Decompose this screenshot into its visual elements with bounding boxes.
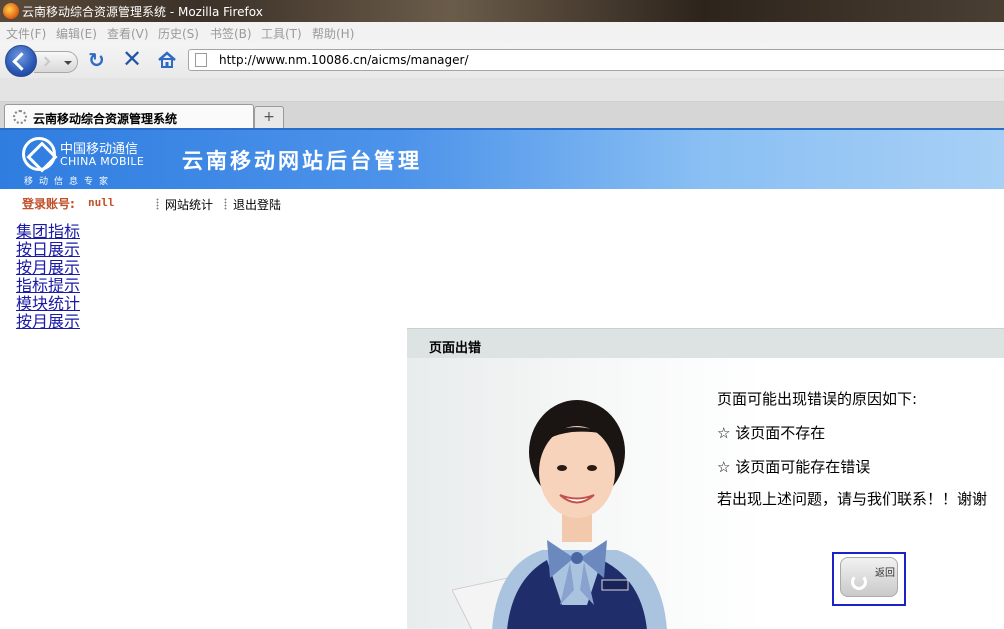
menu-edit[interactable]: 编辑(E) bbox=[56, 25, 97, 42]
menubar: 文件(F) 编辑(E) 查看(V) 历史(S) 书签(B) 工具(T) 帮助(H… bbox=[0, 22, 1004, 42]
nav-logout-label[interactable]: 退出登陆 bbox=[233, 198, 281, 212]
page-icon bbox=[195, 53, 207, 67]
menu-history[interactable]: 历史(S) bbox=[158, 25, 199, 42]
error-heading: 页面出错 bbox=[429, 341, 482, 356]
divider-dots bbox=[156, 198, 159, 210]
error-intro: 页面可能出现错误的原因如下: bbox=[717, 390, 918, 408]
firefox-icon bbox=[3, 3, 19, 19]
loading-spinner-icon bbox=[13, 110, 27, 124]
login-value: null bbox=[88, 196, 115, 209]
return-button-face[interactable]: 返回 bbox=[840, 557, 898, 597]
menu-bookmarks[interactable]: 书签(B) bbox=[210, 25, 252, 42]
site-header: 中国移动通信 CHINA MOBILE 移动信息专家 云南移动网站后台管理 bbox=[0, 128, 1004, 189]
back-button[interactable] bbox=[5, 45, 37, 77]
nav-site-stats[interactable]: 网站统计 bbox=[156, 196, 213, 213]
forward-button[interactable] bbox=[34, 51, 78, 73]
link-monthly-view-2[interactable]: 按月展示 bbox=[16, 313, 80, 331]
history-dropdown-icon[interactable] bbox=[64, 61, 72, 65]
tab-active[interactable]: 云南移动综合资源管理系统 bbox=[4, 104, 254, 128]
error-panel: 页面出错 页面可能出现错误的原因如下: ☆ 该页面不存在 ☆ 该页面可能存在错误… bbox=[407, 328, 1004, 629]
link-module-stats[interactable]: 模块统计 bbox=[16, 295, 80, 313]
forward-arrow-icon bbox=[40, 56, 51, 67]
return-arrow-icon bbox=[851, 574, 867, 590]
nav-logout[interactable]: 退出登陆 bbox=[224, 196, 281, 213]
return-label: 返回 bbox=[875, 568, 895, 579]
error-header: 页面出错 bbox=[407, 328, 1004, 358]
bookmarks-toolbar bbox=[0, 78, 1004, 102]
link-daily-view[interactable]: 按日展示 bbox=[16, 241, 80, 259]
error-reason-1: ☆ 该页面不存在 bbox=[717, 424, 826, 442]
menu-file[interactable]: 文件(F) bbox=[6, 25, 46, 42]
login-label: 登录账号: bbox=[22, 197, 75, 211]
link-monthly-view[interactable]: 按月展示 bbox=[16, 259, 80, 277]
address-bar[interactable]: http://www.nm.10086.cn/aicms/manager/ bbox=[188, 49, 1004, 71]
site-title: 云南移动网站后台管理 bbox=[182, 149, 422, 173]
menu-tools[interactable]: 工具(T) bbox=[261, 25, 302, 42]
tab-bar: 云南移动综合资源管理系统 + bbox=[0, 102, 1004, 128]
address-url[interactable]: http://www.nm.10086.cn/aicms/manager/ bbox=[219, 53, 469, 67]
new-tab-button[interactable]: + bbox=[254, 106, 284, 128]
window-titlebar: 云南移动综合资源管理系统 - Mozilla Firefox bbox=[0, 0, 1004, 22]
tab-title: 云南移动综合资源管理系统 bbox=[33, 112, 178, 126]
navigation-toolbar: ↻ ✕ http://www.nm.10086.cn/aicms/manager… bbox=[0, 42, 1004, 78]
menu-view[interactable]: 查看(V) bbox=[107, 25, 149, 42]
sidebar-links: 集团指标 按日展示 按月展示 指标提示 模块统计 按月展示 bbox=[16, 223, 80, 331]
divider-dots bbox=[224, 198, 227, 210]
logo-slogan: 移动信息专家 bbox=[24, 177, 115, 187]
link-metric-hints[interactable]: 指标提示 bbox=[16, 277, 80, 295]
logo-english: CHINA MOBILE bbox=[60, 155, 145, 168]
china-mobile-logo-icon bbox=[22, 137, 56, 171]
error-contact: 若出现上述问题，请与我们联系！！谢谢 bbox=[717, 490, 988, 508]
home-icon[interactable] bbox=[157, 50, 177, 70]
stop-icon[interactable]: ✕ bbox=[122, 47, 144, 71]
link-group-metrics[interactable]: 集团指标 bbox=[16, 223, 80, 241]
return-button[interactable]: 返回 bbox=[832, 552, 906, 606]
window-title: 云南移动综合资源管理系统 - Mozilla Firefox bbox=[22, 5, 263, 19]
service-agent-illustration bbox=[452, 400, 667, 629]
reload-icon[interactable]: ↻ bbox=[88, 50, 108, 70]
menu-help[interactable]: 帮助(H) bbox=[312, 25, 354, 42]
error-reason-2: ☆ 该页面可能存在错误 bbox=[717, 458, 871, 476]
nav-site-stats-label[interactable]: 网站统计 bbox=[165, 198, 213, 212]
